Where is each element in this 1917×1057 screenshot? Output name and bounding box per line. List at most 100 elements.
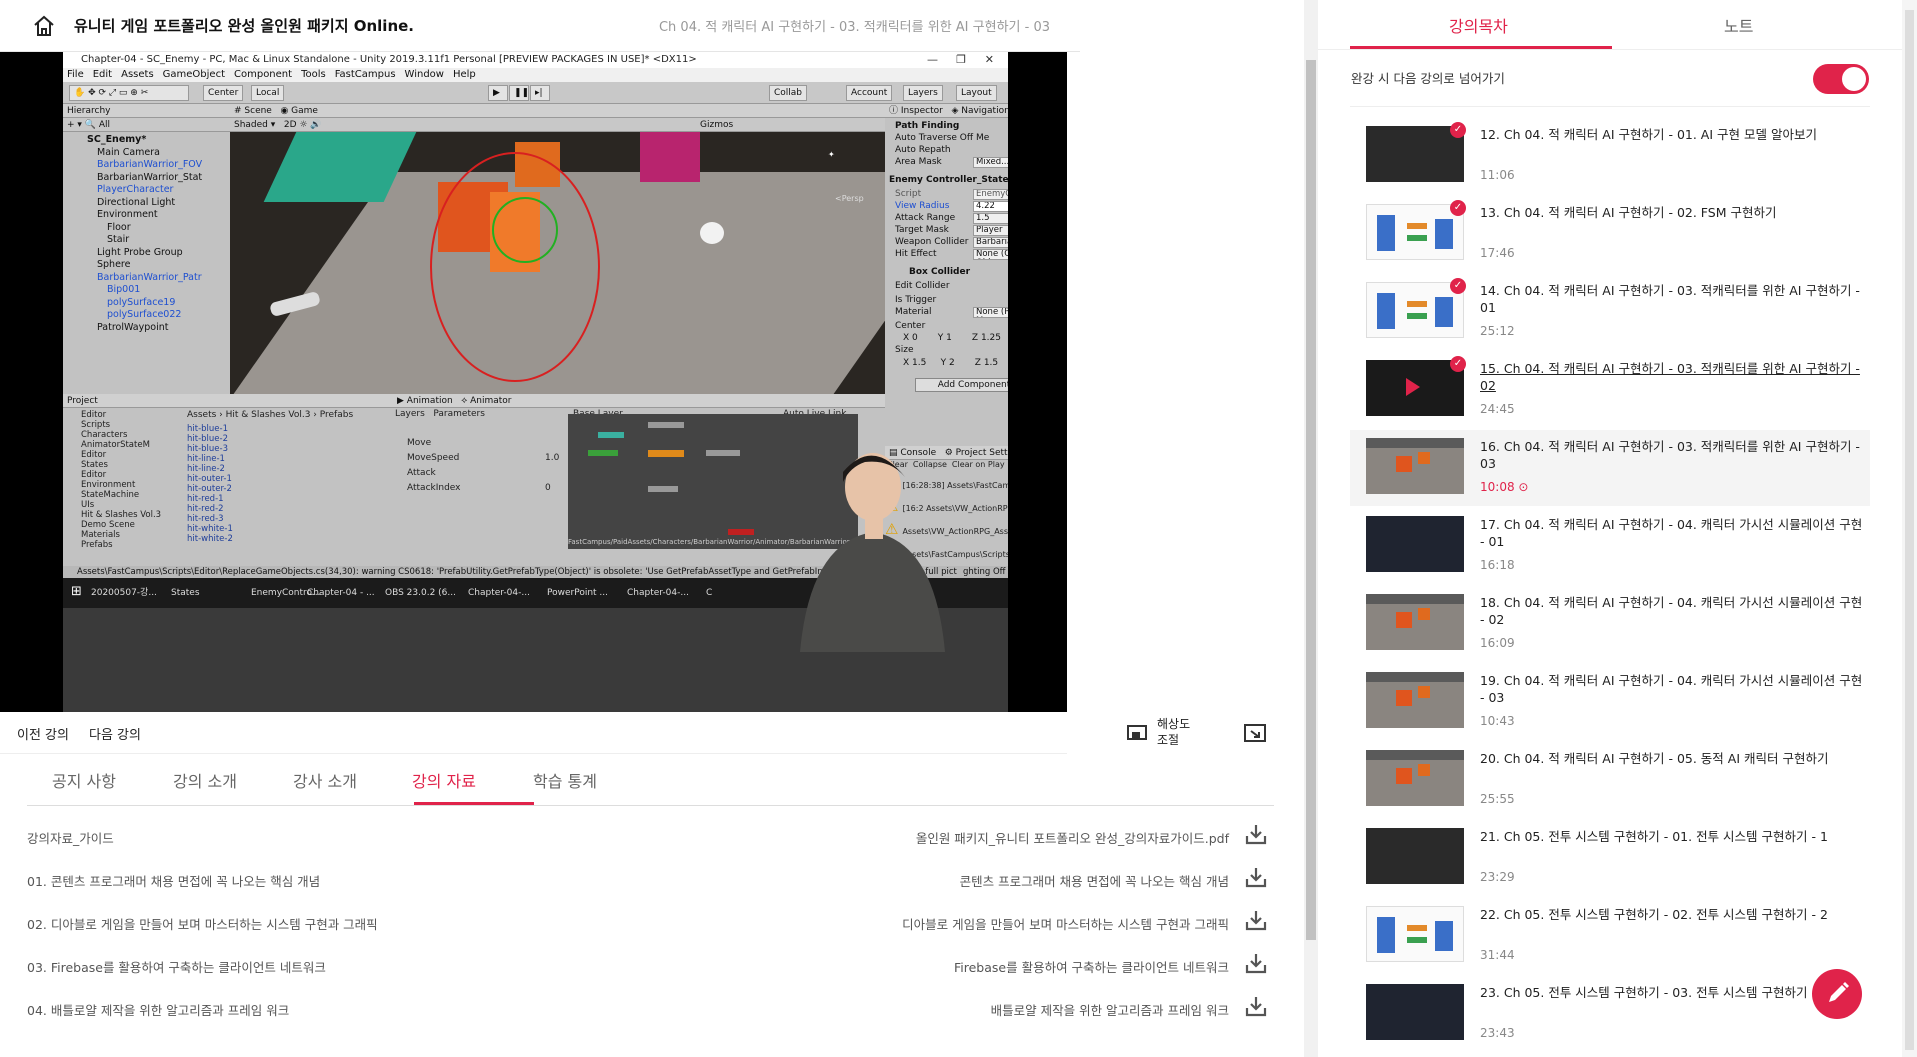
lesson-thumbnail[interactable]: [1366, 204, 1464, 260]
lesson-item[interactable]: ✓ 14. Ch 04. 적 캐릭터 AI 구현하기 - 03. 적캐릭터를 위한…: [1350, 274, 1870, 350]
lesson-item[interactable]: ✓ 12. Ch 04. 적 캐릭터 AI 구현하기 - 01. AI 구현 모델…: [1350, 118, 1870, 194]
lesson-item[interactable]: 21. Ch 05. 전투 시스템 구현하기 - 01. 전투 시스템 구현하기…: [1350, 820, 1870, 896]
project-folder-item: Editor: [81, 450, 107, 460]
lesson-title[interactable]: 20. Ch 04. 적 캐릭터 AI 구현하기 - 05. 동적 AI 캐릭터…: [1480, 750, 1870, 767]
lesson-thumbnail[interactable]: [1366, 126, 1464, 182]
lesson-thumbnail[interactable]: [1366, 750, 1464, 806]
popout-icon[interactable]: [1244, 724, 1266, 742]
sidebar-tabs: 강의목차 노트: [1318, 0, 1917, 50]
divider: [1350, 106, 1870, 107]
download-icon[interactable]: [1245, 951, 1267, 975]
component-header: Enemy Controller_State: [889, 175, 1008, 185]
hierarchy-item: BarbarianWarrior_Patr: [97, 271, 202, 283]
unity-menu-item: Assets: [121, 69, 154, 80]
hierarchy-item: Light Probe Group: [97, 246, 183, 258]
tab-notice[interactable]: 공지 사항: [52, 768, 116, 792]
material-file-name[interactable]: 콘텐츠 프로그래머 채용 면접에 꼭 나오는 핵심 개념: [960, 871, 1229, 890]
sidebar-scrollbar-thumb[interactable]: [1905, 10, 1914, 1050]
lesson-thumbnail[interactable]: [1366, 516, 1464, 572]
unity-menu-item: File: [67, 69, 84, 80]
lesson-item[interactable]: ✓ 13. Ch 04. 적 캐릭터 AI 구현하기 - 02. FSM 구현하기…: [1350, 196, 1870, 272]
lesson-item[interactable]: 17. Ch 04. 적 캐릭터 AI 구현하기 - 04. 캐릭터 가시선 시…: [1350, 508, 1870, 584]
next-lecture-button[interactable]: 다음 강의: [89, 724, 141, 743]
download-icon[interactable]: [1245, 865, 1267, 889]
lesson-thumbnail[interactable]: [1366, 828, 1464, 884]
state-node: [598, 432, 624, 438]
lesson-item[interactable]: 22. Ch 05. 전투 시스템 구현하기 - 02. 전투 시스템 구현하기…: [1350, 898, 1870, 974]
transform-tools: ✋ ✥ ⟳ ⤢ ▭ ⊕ ✂: [69, 85, 189, 101]
tab-materials[interactable]: 강의 자료: [412, 768, 476, 792]
tab-instructor[interactable]: 강사 소개: [293, 768, 357, 792]
lesson-item[interactable]: 23. Ch 05. 전투 시스템 구현하기 - 03. 전투 시스템 구현하기…: [1350, 976, 1870, 1052]
lesson-title[interactable]: 19. Ch 04. 적 캐릭터 AI 구현하기 - 04. 캐릭터 가시선 시…: [1480, 672, 1870, 706]
lesson-thumbnail[interactable]: [1366, 360, 1464, 416]
lesson-duration: 11:06: [1480, 168, 1515, 182]
lesson-title[interactable]: 16. Ch 04. 적 캐릭터 AI 구현하기 - 03. 적캐릭터를 위한 …: [1480, 438, 1870, 472]
material-file-name[interactable]: 배틀로얄 제작을 위한 알고리즘과 프레임 워크: [991, 1000, 1229, 1019]
tab-statistics[interactable]: 학습 통계: [533, 768, 597, 792]
download-icon[interactable]: [1245, 908, 1267, 932]
tab-lecture-list[interactable]: 강의목차: [1449, 13, 1508, 37]
project-file-item: hit-red-2: [187, 504, 224, 514]
video-player[interactable]: Chapter-04 - SC_Enemy - PC, Mac & Linux …: [0, 52, 1067, 712]
hierarchy-search: + ▾ 🔍 All: [63, 118, 230, 132]
resolution-icon[interactable]: [1127, 724, 1147, 742]
attack-range-circle: [492, 197, 558, 263]
lesson-item[interactable]: 16. Ch 04. 적 캐릭터 AI 구현하기 - 03. 적캐릭터를 위한 …: [1350, 430, 1870, 506]
lesson-title[interactable]: 18. Ch 04. 적 캐릭터 AI 구현하기 - 04. 캐릭터 가시선 시…: [1480, 594, 1870, 628]
auto-repath-label: Auto Repath: [895, 145, 951, 155]
parameter-name: Attack: [407, 468, 436, 478]
lesson-title[interactable]: 17. Ch 04. 적 캐릭터 AI 구현하기 - 04. 캐릭터 가시선 시…: [1480, 516, 1870, 550]
lesson-item[interactable]: 18. Ch 04. 적 캐릭터 AI 구현하기 - 04. 캐릭터 가시선 시…: [1350, 586, 1870, 662]
lesson-title[interactable]: 15. Ch 04. 적 캐릭터 AI 구현하기 - 03. 적캐릭터를 위한 …: [1480, 360, 1870, 394]
main-scrollbar-thumb[interactable]: [1306, 60, 1316, 940]
sidebar-scrollbar[interactable]: [1902, 0, 1917, 1057]
state-node: [648, 486, 678, 492]
lesson-title[interactable]: 22. Ch 05. 전투 시스템 구현하기 - 02. 전투 시스템 구현하기…: [1480, 906, 1870, 923]
project-folder-item: Environment: [81, 480, 136, 490]
project-file-item: hit-white-1: [187, 524, 233, 534]
download-icon[interactable]: [1245, 822, 1267, 846]
material-file-name[interactable]: 올인원 패키지_유니티 포트폴리오 완성_강의자료가이드.pdf: [916, 828, 1229, 847]
lesson-thumbnail[interactable]: [1366, 282, 1464, 338]
pivot-local-button: Local: [251, 85, 285, 101]
tab-notes[interactable]: 노트: [1724, 13, 1753, 37]
home-icon[interactable]: [32, 14, 56, 38]
material-file-name[interactable]: Firebase를 활용하여 구축하는 클라이언트 네트워크: [954, 957, 1229, 976]
project-folder-item: Materials: [81, 530, 120, 540]
toggle-knob: [1842, 67, 1866, 91]
lesson-title[interactable]: 13. Ch 04. 적 캐릭터 AI 구현하기 - 02. FSM 구현하기: [1480, 204, 1870, 221]
lesson-thumbnail[interactable]: [1366, 984, 1464, 1040]
scene-viewport: ✦ <Persp: [230, 132, 885, 394]
material-file-name[interactable]: 디아블로 게임을 만들어 보며 마스터하는 시스템 구현과 그래픽: [902, 914, 1229, 933]
prev-lecture-button[interactable]: 이전 강의: [17, 724, 69, 743]
inspector-tabs: ⓘ Inspector ◈ Navigation: [885, 104, 1008, 118]
parameter-name: MoveSpeed: [407, 453, 460, 463]
lesson-thumbnail[interactable]: [1366, 672, 1464, 728]
lesson-title[interactable]: 14. Ch 04. 적 캐릭터 AI 구현하기 - 03. 적캐릭터를 위한 …: [1480, 282, 1870, 316]
write-note-button[interactable]: [1812, 969, 1862, 1019]
box-collider-header: Box Collider: [909, 267, 971, 277]
main-scrollbar[interactable]: [1304, 0, 1318, 1057]
animator-parameter-row: Move: [397, 436, 567, 451]
lesson-duration-text: 10:08: [1480, 480, 1515, 494]
download-icon[interactable]: [1245, 994, 1267, 1018]
account-button: Account: [846, 85, 893, 101]
resolution-button[interactable]: 해상도 조절: [1157, 716, 1190, 748]
lesson-thumbnail[interactable]: [1366, 438, 1464, 494]
course-tabs: 공지 사항 강의 소개 강사 소개 강의 자료 학습 통계: [27, 754, 1274, 806]
lesson-item[interactable]: ✓ 15. Ch 04. 적 캐릭터 AI 구현하기 - 03. 적캐릭터를 위한…: [1350, 352, 1870, 428]
tab-course-intro[interactable]: 강의 소개: [173, 768, 237, 792]
autoplay-toggle[interactable]: [1813, 64, 1869, 94]
lesson-title[interactable]: 21. Ch 05. 전투 시스템 구현하기 - 01. 전투 시스템 구현하기…: [1480, 828, 1870, 845]
unity-menu-bar: File Edit Assets GameObject Component Tools Fa…: [63, 68, 1008, 82]
lesson-title[interactable]: 12. Ch 04. 적 캐릭터 AI 구현하기 - 01. AI 구현 모델 …: [1480, 126, 1870, 143]
lesson-thumbnail[interactable]: [1366, 906, 1464, 962]
lesson-item[interactable]: 19. Ch 04. 적 캐릭터 AI 구현하기 - 04. 캐릭터 가시선 시…: [1350, 664, 1870, 740]
state-node: [706, 450, 740, 456]
unity-menu-item: GameObject: [162, 69, 225, 80]
lesson-item[interactable]: 20. Ch 04. 적 캐릭터 AI 구현하기 - 05. 동적 AI 캐릭터…: [1350, 742, 1870, 818]
breadcrumb-separator: ›: [310, 410, 320, 420]
project-file-item: hit-blue-1: [187, 424, 228, 434]
lesson-thumbnail[interactable]: [1366, 594, 1464, 650]
